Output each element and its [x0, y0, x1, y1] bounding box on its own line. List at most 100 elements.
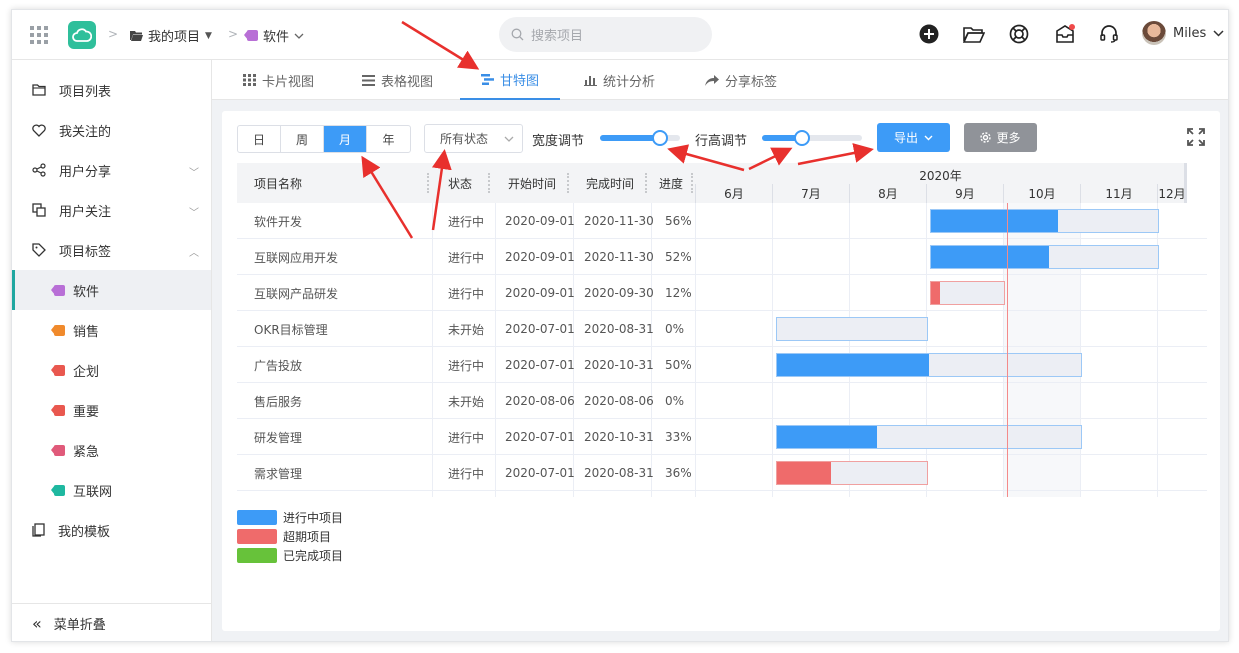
cell-end: 2020-08-31	[584, 466, 654, 480]
inbox-notification-icon[interactable]	[1054, 23, 1076, 45]
table-row[interactable]: 互联网产品研发 进行中 2020-09-01 2020-09-30 12%	[237, 275, 1207, 311]
cell-name: 需求管理	[254, 466, 303, 481]
cell-name: 研发管理	[254, 430, 303, 445]
cell-start: 2020-09-01	[505, 250, 575, 264]
more-button[interactable]: 更多	[964, 123, 1037, 152]
search-icon	[511, 28, 524, 41]
column-header-start[interactable]: 开始时间	[508, 163, 556, 203]
cell-start: 2020-07-01	[505, 358, 575, 372]
export-button[interactable]: 导出	[877, 123, 950, 152]
breadcrumb-project[interactable]: 我的项目 ▼	[130, 26, 212, 45]
cell-progress: 33%	[665, 430, 692, 444]
table-header: 项目名称 状态 开始时间 完成时间 进度	[237, 163, 697, 203]
cell-end: 2020-08-31	[584, 322, 654, 336]
folder-open-icon	[130, 31, 143, 41]
lifebuoy-icon[interactable]	[1008, 23, 1030, 45]
chevron-down-icon	[1213, 29, 1224, 37]
tab-statistics[interactable]: 统计分析	[584, 60, 655, 100]
sidebar-item-project-tags[interactable]: 项目标签 ︿	[12, 230, 211, 270]
gantt-bar[interactable]	[930, 209, 1159, 233]
column-header-progress[interactable]: 进度	[659, 163, 683, 203]
gantt-bar-progress	[777, 354, 929, 376]
sidebar-tag-label: 企划	[73, 364, 100, 380]
cell-name: 售后服务	[254, 394, 303, 409]
tab-card-view[interactable]: 卡片视图	[243, 60, 314, 100]
gantt-bar-progress	[931, 210, 1058, 232]
sidebar-tag-planning[interactable]: 企划	[12, 350, 211, 390]
folder-icon[interactable]	[963, 23, 985, 45]
status-filter-select[interactable]: 所有状态	[424, 124, 523, 153]
legend-label: 已完成项目	[283, 549, 344, 563]
scale-year-button[interactable]: 年	[367, 126, 410, 152]
tag-icon	[51, 444, 65, 456]
sidebar-item-label: 项目列表	[59, 84, 112, 100]
menu-collapse-button[interactable]: « 菜单折叠	[12, 603, 211, 641]
column-resizer[interactable]	[691, 173, 693, 193]
cell-start: 2020-07-01	[505, 430, 575, 444]
heart-icon	[32, 123, 46, 137]
column-resizer[interactable]	[488, 173, 490, 193]
tab-label: 卡片视图	[262, 74, 315, 90]
sidebar-item-user-follow[interactable]: 用户关注 ﹀	[12, 190, 211, 230]
sidebar-item-following[interactable]: 我关注的	[12, 110, 211, 150]
gantt-bar[interactable]	[930, 281, 1005, 305]
cell-end: 2020-10-31	[584, 430, 654, 444]
sidebar-tag-internet[interactable]: 互联网	[12, 470, 211, 510]
sidebar-item-user-share[interactable]: 用户分享 ﹀	[12, 150, 211, 190]
sidebar-tag-important[interactable]: 重要	[12, 390, 211, 430]
headset-icon[interactable]	[1098, 23, 1120, 45]
column-header-name[interactable]: 项目名称	[254, 163, 302, 203]
width-slider[interactable]	[600, 130, 680, 146]
breadcrumb-tag[interactable]: 软件	[244, 26, 304, 45]
cloud-logo-icon[interactable]	[68, 21, 96, 49]
gantt-month-label: 11月	[1080, 184, 1157, 203]
cell-name: 互联网产品研发	[254, 286, 339, 301]
width-slider-handle[interactable]	[652, 130, 668, 146]
scale-month-button[interactable]: 月	[324, 126, 367, 152]
gantt-bar[interactable]	[776, 353, 1082, 377]
gantt-icon	[480, 73, 494, 85]
fullscreen-icon[interactable]	[1187, 128, 1205, 150]
apps-grid-icon[interactable]	[30, 26, 48, 44]
gantt-today-line	[1007, 203, 1008, 497]
add-circle-icon[interactable]	[918, 23, 940, 45]
app-window: > 我的项目 ▼ > 软件 搜索项目 Miles 项目列表 我关注的 用户分享 …	[11, 9, 1229, 642]
tab-gantt[interactable]: 甘特图	[460, 60, 560, 100]
column-header-end[interactable]: 完成时间	[586, 163, 634, 203]
scale-week-button[interactable]: 周	[281, 126, 324, 152]
column-resizer[interactable]	[567, 173, 569, 193]
breadcrumb-project-label: 我的项目	[148, 30, 201, 45]
gantt-bar[interactable]	[776, 425, 1082, 449]
sidebar-tag-software[interactable]: 软件	[12, 270, 211, 310]
column-resizer[interactable]	[645, 173, 647, 193]
table-row[interactable]: OKR目标管理 未开始 2020-07-01 2020-08-31 0%	[237, 311, 1207, 347]
column-header-status[interactable]: 状态	[448, 163, 472, 203]
gantt-bar[interactable]	[776, 317, 928, 341]
table-row[interactable]: 售后服务 未开始 2020-08-06 2020-08-06 0%	[237, 383, 1207, 419]
chevron-down-icon	[924, 135, 933, 140]
tab-share-tags[interactable]: 分享标签	[705, 60, 777, 100]
cell-status: 进行中	[448, 358, 485, 373]
sidebar-tag-sales[interactable]: 销售	[12, 310, 211, 350]
table-row[interactable]: 需求管理 进行中 2020-07-01 2020-08-31 36%	[237, 455, 1207, 491]
cell-status: 进行中	[448, 430, 485, 445]
cell-end: 2020-11-30	[584, 214, 654, 228]
gantt-bar[interactable]	[776, 461, 928, 485]
sidebar-item-project-list[interactable]: 项目列表	[12, 70, 211, 110]
sidebar-item-templates[interactable]: 我的模板	[12, 510, 211, 550]
view-tabs: 卡片视图 表格视图 甘特图 统计分析 分享标签	[212, 60, 1228, 100]
gantt-bar[interactable]	[930, 245, 1159, 269]
user-menu[interactable]: Miles	[1142, 21, 1224, 45]
sidebar-tag-label: 销售	[73, 324, 100, 340]
height-slider-handle[interactable]	[794, 130, 810, 146]
tab-table-view[interactable]: 表格视图	[362, 60, 433, 100]
scale-day-button[interactable]: 日	[238, 126, 281, 152]
search-input[interactable]: 搜索项目	[499, 17, 712, 52]
cell-status: 未开始	[448, 394, 485, 409]
list-icon	[362, 74, 375, 86]
row-height-slider[interactable]	[762, 130, 862, 146]
cell-name: 互联网应用开发	[254, 250, 339, 265]
chevron-down-icon	[294, 33, 304, 39]
column-resizer[interactable]	[427, 173, 429, 193]
sidebar-tag-urgent[interactable]: 紧急	[12, 430, 211, 470]
